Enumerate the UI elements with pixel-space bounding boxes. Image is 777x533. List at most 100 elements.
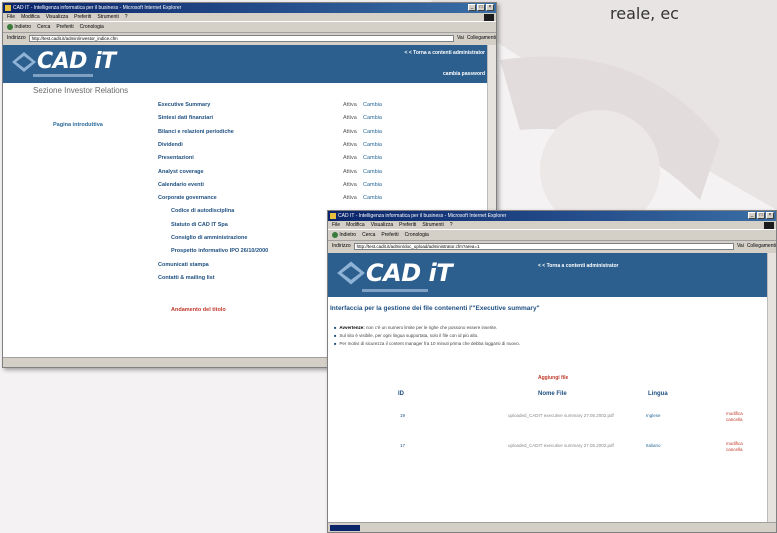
menu-item-change-link[interactable]: Cambia [363,155,382,161]
go-button[interactable]: Vai [737,241,744,251]
menu-item-change-link[interactable]: Cambia [363,182,382,188]
cadit-logo: CAD iT [11,49,116,74]
menu-view[interactable]: Visualizza [371,221,393,229]
cell-id: 19 [400,413,406,418]
note-text: Sul sito è visibile, per ogni lingua sup… [339,333,479,338]
menu-file[interactable]: File [332,221,340,229]
menu-edit[interactable]: Modifica [21,13,40,21]
address-label: Indirizzo [7,35,26,41]
menu-item-link[interactable]: Calendario eventi [158,182,204,188]
menu-tools[interactable]: Strumenti [97,13,118,21]
note-item: Per motivi di sicurezza il content manag… [334,341,520,346]
ie-app-icon [330,213,336,219]
minimize-button[interactable]: _ [748,212,756,219]
cell-language: Inglese [646,413,661,418]
history-button[interactable]: Cronologia [80,22,104,32]
menu-item-change-link[interactable]: Cambia [363,102,382,108]
menu-file[interactable]: File [7,13,15,21]
search-label: Cerca [362,232,376,238]
menu-item-link[interactable]: Statuto di CAD IT Spa [171,222,228,228]
menu-item-change-link[interactable]: Cambia [363,195,382,201]
menu-tools[interactable]: Strumenti [422,221,443,229]
menu-favorites[interactable]: Preferiti [74,13,91,21]
address-input[interactable]: http://test.cadit.it/admin/investor_indi… [28,34,454,42]
back-button[interactable]: Indietro [7,22,31,32]
address-input[interactable]: http://test.cadit.it/admin/doc_upload/ad… [353,242,734,250]
links-button[interactable]: Collegamenti [467,33,496,43]
add-file-link[interactable]: Aggiungi file [538,375,568,381]
menu-item-link[interactable]: Executive Summary [158,102,210,108]
delete-link[interactable]: cancella [726,417,743,423]
logo-underline [33,74,93,77]
menu-favorites[interactable]: Preferiti [399,221,416,229]
favorites-button[interactable]: Preferiti [381,230,398,240]
cell-filename-link[interactable]: uploaded_CADIT executive summary 27.05.2… [508,443,614,448]
search-button[interactable]: Cerca [362,230,375,240]
menu-item-change-link[interactable]: Cambia [363,129,382,135]
vertical-scrollbar[interactable] [767,253,776,523]
status-progress [330,524,360,531]
delete-link[interactable]: cancella [726,447,743,453]
stock-trend-link[interactable]: Andamento del titolo [171,307,226,313]
page-title: Interfaccia per la gestione dei file con… [330,305,540,312]
cadit-diamond-icon [337,261,365,285]
history-button[interactable]: Cronologia [405,230,429,240]
favorites-button[interactable]: Preferiti [56,22,73,32]
browser-window-file-manager: CAD IT - Intelligenza informatica per il… [327,210,777,533]
change-password-link[interactable]: cambia password [443,71,485,77]
minimize-button[interactable]: _ [468,4,476,11]
go-button[interactable]: Vai [457,33,464,43]
menu-item-link[interactable]: Corporate governance [158,195,217,201]
search-button[interactable]: Cerca [37,22,50,32]
windows-logo-icon [484,14,494,21]
back-arrow-icon [7,23,13,30]
address-bar: Indirizzo http://test.cadit.it/admin/inv… [3,33,496,43]
window-titlebar: CAD IT - Intelligenza informatica per il… [3,3,496,13]
note-text: non c'è un numero limite per le righe ch… [364,325,498,330]
menu-item-change-link[interactable]: Cambia [363,115,382,121]
back-button[interactable]: Indietro [332,230,356,240]
menu-edit[interactable]: Modifica [346,221,365,229]
back-to-admin-link[interactable]: < < Torna a contenti administrator [538,263,618,269]
maximize-button[interactable]: □ [757,212,765,219]
status-bar [328,522,776,532]
close-button[interactable]: × [486,4,494,11]
back-label: Indietro [14,24,32,30]
menu-item-status: Attiva [343,155,357,162]
history-label: Cronologia [404,232,429,238]
menu-item-link[interactable]: Prospetto informativo IPO 26/10/2000 [171,248,268,254]
menu-item-link[interactable]: Analyst coverage [158,169,204,175]
menu-help[interactable]: ? [125,13,128,21]
col-header-id: ID [398,391,404,397]
menu-item-link[interactable]: Consiglio di amministrazione [171,235,247,241]
menu-item-change-link[interactable]: Cambia [363,142,382,148]
cadit-diamond-icon [12,51,36,72]
menu-item-status: Attiva [343,141,357,148]
maximize-button[interactable]: □ [477,4,485,11]
menu-item-status: Attiva [343,168,357,175]
menu-item-link[interactable]: Bilanci e relazioni periodiche [158,129,234,135]
note-bold: Avvertenze: [339,325,365,330]
menu-item-link[interactable]: Dividendi [158,142,183,148]
links-button[interactable]: Collegamenti [747,241,776,251]
window-title: CAD IT - Intelligenza informatica per il… [13,5,182,11]
menu-item-link[interactable]: Comunicati stampa [158,262,209,268]
menu-item-link[interactable]: Contatti & mailing list [158,275,215,281]
favorites-label: Preferiti [381,232,399,238]
back-arrow-icon [332,231,338,238]
menu-item-link[interactable]: Presentazioni [158,155,194,161]
window-title: CAD IT - Intelligenza informatica per il… [338,213,507,219]
menu-help[interactable]: ? [450,221,453,229]
menu-item-status: Attiva [343,102,357,108]
menu-item-link[interactable]: Sintesi dati finanziari [158,115,213,121]
history-label: Cronologia [79,24,104,30]
menu-item-link[interactable]: Codice di autodisciplina [171,208,234,214]
menu-item-status: Attiva [343,181,357,188]
cadit-logo: CAD iT [336,259,453,287]
menu-item-change-link[interactable]: Cambia [363,169,382,175]
menu-view[interactable]: Visualizza [46,13,68,21]
cell-filename-link[interactable]: uploaded_CADIT executive summary 27.05.2… [508,413,614,418]
back-to-admin-link[interactable]: < < Torna a contenti administrator [405,50,485,56]
intro-page-link[interactable]: Pagina introduttiva [53,122,103,128]
close-button[interactable]: × [766,212,774,219]
